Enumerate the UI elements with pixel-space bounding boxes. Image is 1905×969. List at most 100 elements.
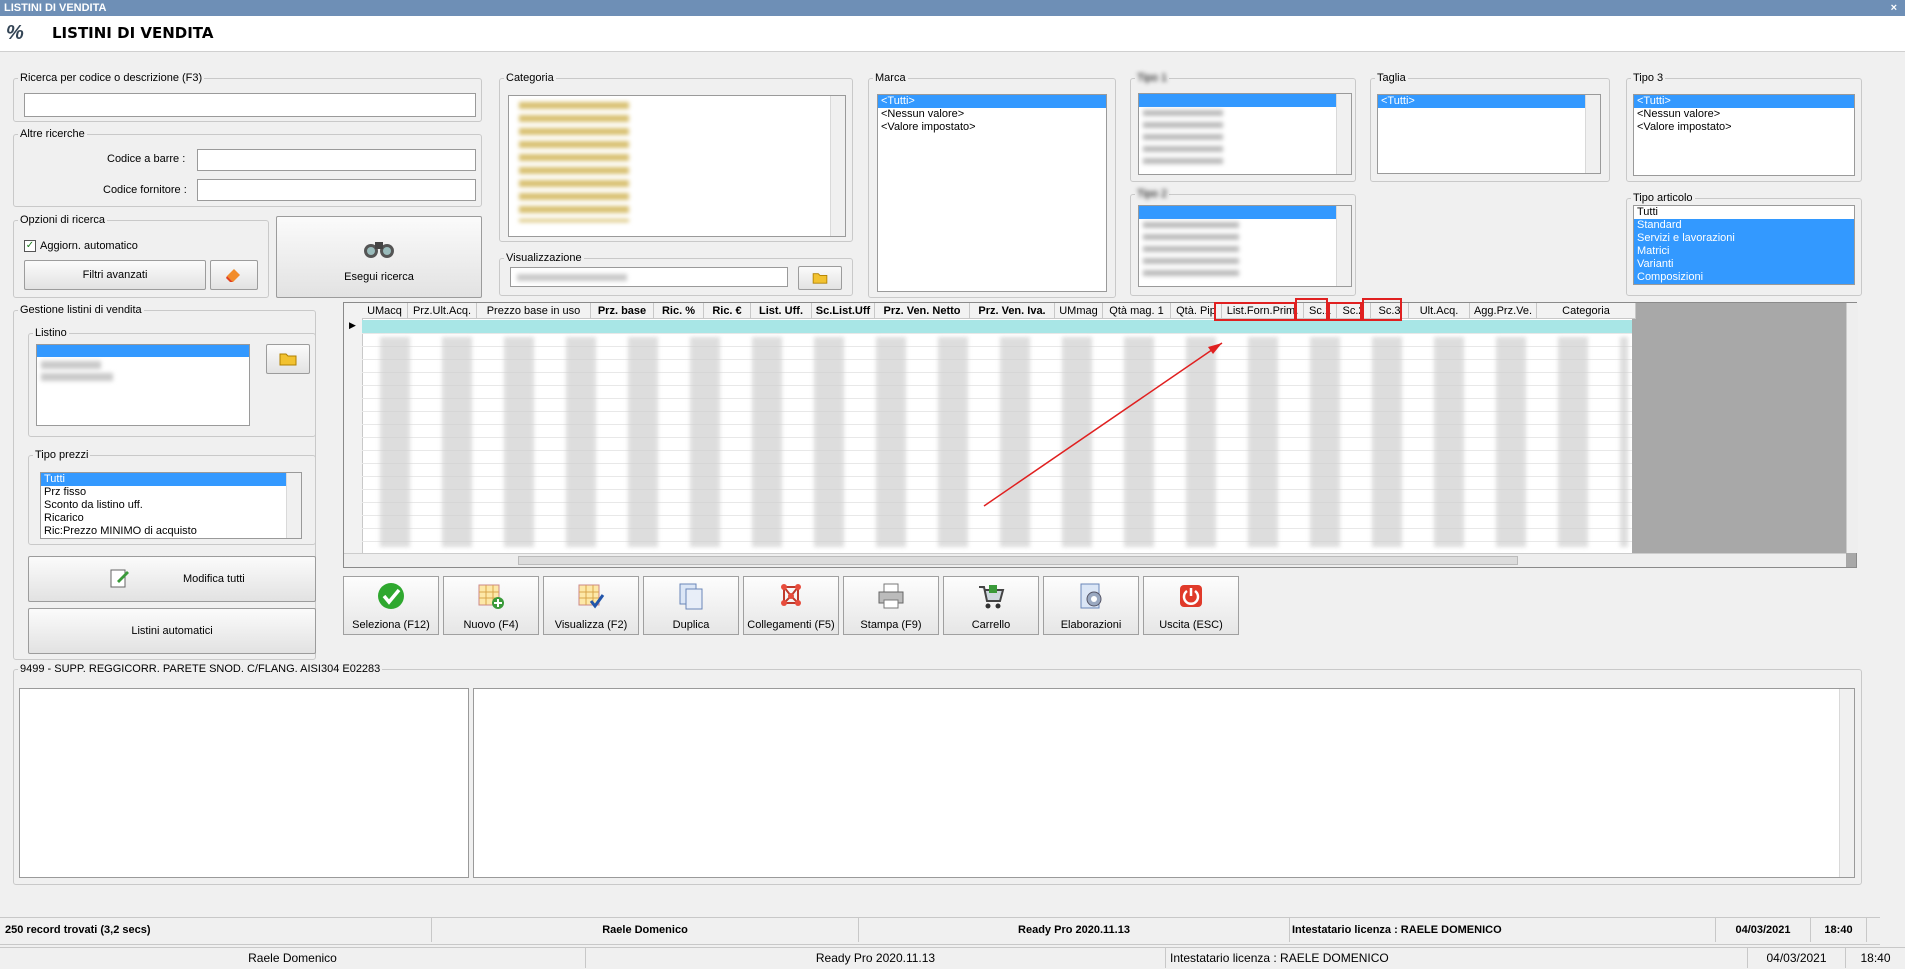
type1-item[interactable] — [1139, 94, 1351, 107]
price-type-legend: Tipo prezzi — [35, 449, 89, 461]
exit-label: Uscita (ESC) — [1159, 619, 1223, 631]
price-type-item[interactable]: Sconto da listino uff. — [41, 499, 301, 512]
article-type-item[interactable]: Varianti — [1634, 258, 1854, 271]
brand-item[interactable]: <Nessun valore> — [878, 108, 1106, 121]
search-legend: Ricerca per codice o descrizione (F3) — [20, 72, 203, 84]
modify-all-label: Modifica tutti — [183, 573, 245, 585]
price-list-listbox[interactable] — [36, 344, 250, 426]
price-type-scrollbar[interactable] — [286, 473, 301, 538]
supplier-code-label: Codice fornitore : — [103, 184, 187, 196]
grid-vscrollbar[interactable] — [1846, 303, 1858, 553]
processing-button[interactable]: Elaborazioni — [1043, 576, 1139, 635]
printer-icon — [878, 583, 904, 609]
search-options-legend: Opzioni di ricerca — [20, 214, 105, 226]
category-tree[interactable] — [508, 95, 846, 237]
visualization-legend: Visualizzazione — [506, 252, 582, 264]
close-icon[interactable]: × — [1891, 0, 1897, 16]
size-listbox[interactable]: <Tutti> — [1377, 94, 1601, 174]
price-grid[interactable]: ▶ UMacq Prz.Ult.Acq. Prezzo base in uso … — [343, 298, 1858, 568]
size-scrollbar[interactable] — [1585, 95, 1600, 173]
type2-item[interactable] — [1139, 206, 1351, 219]
links-button[interactable]: Collegamenti (F5) — [743, 576, 839, 635]
type3-item[interactable]: <Valore impostato> — [1634, 121, 1854, 134]
print-button[interactable]: Stampa (F9) — [843, 576, 939, 635]
eraser-button[interactable] — [210, 260, 258, 290]
duplicate-button[interactable]: Duplica — [643, 576, 739, 635]
price-type-item[interactable]: Ric:Prezzo MINIMO di acquisto — [41, 525, 301, 538]
cart-button[interactable]: Carrello — [943, 576, 1039, 635]
check-icon — [378, 583, 404, 609]
run-search-button[interactable]: Esegui ricerca — [276, 216, 482, 298]
license-status-2: Intestatario licenza : RAELE DOMENICO — [1166, 948, 1748, 968]
view-grid-icon — [578, 584, 605, 609]
price-type-item[interactable]: Prz fisso — [41, 486, 301, 499]
annotation-arrow — [983, 342, 1223, 507]
blurred-tree — [519, 102, 629, 222]
new-button[interactable]: Nuovo (F4) — [443, 576, 539, 635]
brand-item[interactable]: <Valore impostato> — [878, 121, 1106, 134]
select-button[interactable]: Seleziona (F12) — [343, 576, 439, 635]
article-type-item[interactable]: Standard — [1634, 219, 1854, 232]
grid-hscroll-thumb[interactable] — [518, 556, 1518, 565]
price-type-item[interactable]: Ricarico — [41, 512, 301, 525]
modify-all-button[interactable]: Modifica tutti — [28, 556, 316, 602]
type3-item[interactable]: <Tutti> — [1634, 95, 1854, 108]
type3-listbox[interactable]: <Tutti> <Nessun valore> <Valore impostat… — [1633, 94, 1855, 176]
price-type-item[interactable]: Tutti — [41, 473, 301, 486]
blurred-items — [1143, 110, 1223, 168]
open-list-button[interactable] — [266, 344, 310, 374]
exit-button[interactable]: Uscita (ESC) — [1143, 576, 1239, 635]
type2-scrollbar[interactable] — [1336, 206, 1351, 286]
type3-item[interactable]: <Nessun valore> — [1634, 108, 1854, 121]
grid-hscrollbar[interactable] — [344, 553, 1846, 567]
view-label: Visualizza (F2) — [554, 619, 628, 631]
price-type-listbox[interactable]: Tutti Prz fisso Sconto da listino uff. R… — [40, 472, 302, 539]
type1-legend: Tipo 1 — [1137, 72, 1168, 84]
barcode-input[interactable] — [197, 149, 476, 171]
auto-lists-button[interactable]: Listini automatici — [28, 608, 316, 654]
detail-notes-box[interactable] — [473, 688, 1855, 878]
links-label: Collegamenti (F5) — [747, 619, 835, 631]
records-status: 250 record trovati (3,2 secs) — [0, 918, 432, 942]
page-title: LISTINI DI VENDITA — [52, 24, 214, 42]
article-type-item[interactable]: Tutti — [1634, 206, 1854, 219]
view-button[interactable]: Visualizza (F2) — [543, 576, 639, 635]
new-label: Nuovo (F4) — [463, 619, 519, 631]
header: % LISTINI DI VENDITA — [0, 16, 1905, 52]
type3-legend: Tipo 3 — [1633, 72, 1664, 84]
visualization-select[interactable] — [510, 267, 788, 287]
size-item[interactable]: <Tutti> — [1378, 95, 1600, 108]
auto-update-checkbox[interactable]: ✓ — [24, 240, 36, 252]
type1-listbox[interactable] — [1138, 93, 1352, 175]
folder-icon — [812, 273, 828, 284]
status-bar: 250 record trovati (3,2 secs) Raele Dome… — [0, 917, 1880, 945]
brand-listbox[interactable]: <Tutti> <Nessun valore> <Valore impostat… — [877, 94, 1107, 292]
window-title: LISTINI DI VENDITA — [4, 2, 107, 14]
version-status-2: Ready Pro 2020.11.13 — [586, 948, 1166, 968]
other-search-legend: Altre ricerche — [20, 128, 85, 140]
detail-scrollbar[interactable] — [1839, 689, 1854, 877]
search-input[interactable] — [24, 93, 476, 117]
supplier-code-input[interactable] — [197, 179, 476, 201]
blurred-item — [41, 361, 101, 369]
list-item[interactable] — [37, 345, 249, 357]
select-label: Seleziona (F12) — [352, 619, 430, 631]
barcode-label: Codice a barre : — [107, 153, 186, 165]
article-type-item[interactable]: Composizioni — [1634, 271, 1854, 284]
article-type-listbox[interactable]: Tutti Standard Servizi e lavorazioni Mat… — [1633, 205, 1855, 285]
advanced-filters-button[interactable]: Filtri avanzati — [24, 260, 206, 290]
visualization-folder-button[interactable] — [798, 266, 842, 290]
eraser-icon — [226, 269, 240, 282]
article-type-item[interactable]: Servizi e lavorazioni — [1634, 232, 1854, 245]
time-status-2: 18:40 — [1860, 951, 1891, 965]
brand-item[interactable]: <Tutti> — [878, 95, 1106, 108]
category-scrollbar[interactable] — [830, 96, 845, 236]
user-status: Raele Domenico — [432, 918, 859, 942]
links-icon — [781, 584, 801, 606]
article-type-item[interactable]: Matrici — [1634, 245, 1854, 258]
price-lists-legend: Gestione listini di vendita — [20, 304, 142, 316]
cart-label: Carrello — [971, 619, 1011, 631]
type2-legend: Tipo 2 — [1137, 188, 1168, 200]
type2-listbox[interactable] — [1138, 205, 1352, 287]
type1-scrollbar[interactable] — [1336, 94, 1351, 174]
